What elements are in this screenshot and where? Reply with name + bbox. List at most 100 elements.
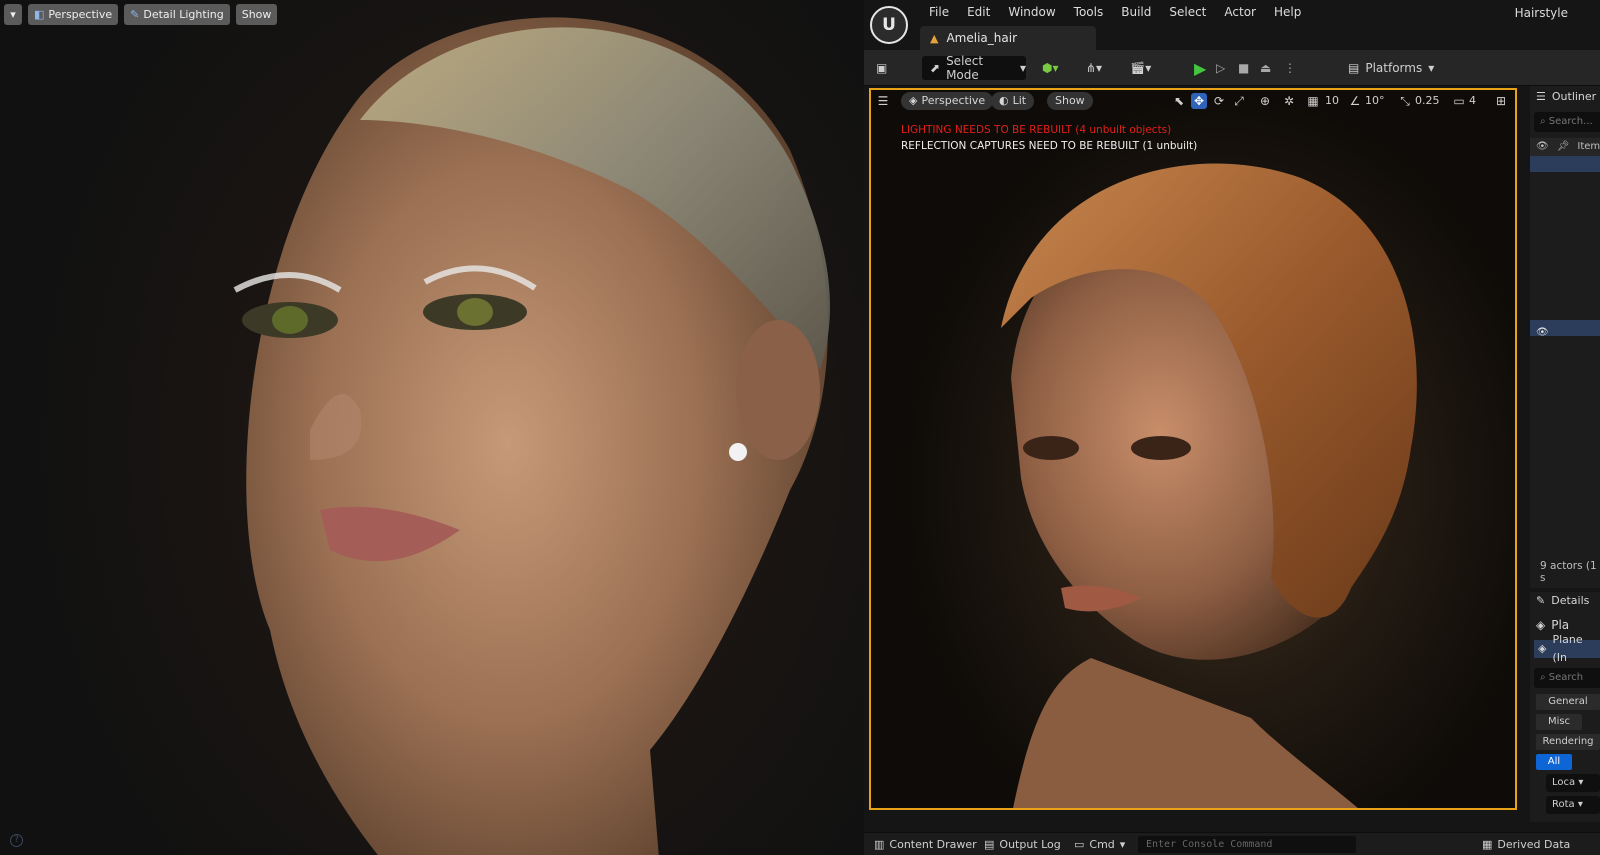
menu-tools[interactable]: Tools <box>1065 4 1113 20</box>
platforms-dropdown[interactable]: ▤ Platforms ▾ <box>1348 56 1434 80</box>
rotation-label: Rota <box>1552 799 1575 810</box>
stop-icon: ■ <box>1238 61 1250 75</box>
details-tab[interactable]: ✎ Details <box>1536 592 1589 610</box>
derived-data-label: Derived Data <box>1497 838 1571 851</box>
eject-button[interactable]: ⏏ <box>1260 56 1271 80</box>
eye-icon[interactable]: 👁︎ <box>1530 327 1549 338</box>
maximize-viewport-icon[interactable]: ⊞ <box>1493 93 1509 109</box>
save-icon: ▣ <box>876 61 888 75</box>
select-mode-label: Select Mode <box>946 54 984 82</box>
add-actor-button[interactable]: ⬢▾ <box>1042 56 1059 80</box>
play-options-button[interactable]: ⋮ <box>1284 56 1296 80</box>
main-toolbar: ▣ ⬈ Select Mode ▾ ⬢▾ ⋔▾ 🎬︎▾ ▶ ▷ ■ ⏏ ⋮ ▤ … <box>864 50 1600 86</box>
outliner-title: Outliner <box>1551 90 1597 103</box>
component-row[interactable]: ◈ Plane (In <box>1534 633 1600 664</box>
menu-bar: U File Edit Window Tools Build Select Ac… <box>864 0 1600 50</box>
log-icon: ▤ <box>984 838 995 851</box>
detail-lighting-button[interactable]: ✎ Detail Lighting <box>124 4 230 25</box>
viewport-toolbar: ☰ ◈ Perspective ◐ Lit Show ⬉ ✥ ⟳ ⤢ ⊕ ✲ ▦ 1… <box>871 90 1515 112</box>
outliner-row-selected[interactable] <box>1530 156 1600 172</box>
eye-icon[interactable]: 👁︎ <box>1536 138 1549 156</box>
cmd-dropdown[interactable]: ▭ Cmd ▾ <box>1074 837 1125 852</box>
camera-speed-value[interactable]: 4 <box>1469 93 1476 109</box>
outliner-search-placeholder: Search... <box>1548 116 1593 127</box>
scale-snap-value[interactable]: 0.25 <box>1415 93 1440 109</box>
level-viewport[interactable]: ☰ ◈ Perspective ◐ Lit Show ⬉ ✥ ⟳ ⤢ ⊕ ✲ ▦ 1… <box>869 88 1517 810</box>
rotate-icon[interactable]: ⟳ <box>1211 93 1227 109</box>
menu-build[interactable]: Build <box>1112 4 1160 20</box>
filter-misc[interactable]: Misc <box>1536 714 1582 730</box>
save-button[interactable]: ▣ <box>876 56 887 80</box>
rotation-snap-icon[interactable]: ∠ <box>1347 93 1363 109</box>
menu-actor[interactable]: Actor <box>1215 4 1265 20</box>
content-drawer-label: Content Drawer <box>889 838 977 851</box>
bald-head-render <box>233 17 830 855</box>
menu-select[interactable]: Select <box>1160 4 1215 20</box>
location-dropdown[interactable]: Loca ▾ <box>1546 774 1600 792</box>
select-mode-dropdown[interactable]: ⬈ Select Mode ▾ <box>922 54 1026 82</box>
play-button[interactable]: ▶ <box>1194 56 1206 80</box>
surface-snap-icon[interactable]: ✲ <box>1281 93 1297 109</box>
clapper-icon: 🎬︎▾ <box>1130 61 1152 75</box>
camera-speed-icon[interactable]: ▭ <box>1451 93 1467 109</box>
left-viewport-toolbar: ▾ ◧ Perspective ✎ Detail Lighting Show <box>4 4 278 25</box>
brush-icon: ✎ <box>130 8 140 21</box>
menu-edit[interactable]: Edit <box>958 4 999 20</box>
derived-data-button[interactable]: ▦ Derived Data <box>1482 837 1570 852</box>
blueprints-button[interactable]: ⋔▾ <box>1086 56 1102 80</box>
details-title: Details <box>1551 594 1590 607</box>
help-icon[interactable]: ? <box>10 834 23 847</box>
viewport-perspective-button[interactable]: ◈ Perspective <box>901 92 994 110</box>
menu-help[interactable]: Help <box>1265 4 1310 20</box>
content-drawer-button[interactable]: ▥ Content Drawer <box>874 837 977 852</box>
output-log-button[interactable]: ▤ Output Log <box>984 837 1061 852</box>
filter-rendering[interactable]: Rendering <box>1536 734 1600 750</box>
world-space-icon[interactable]: ⊕ <box>1257 93 1273 109</box>
eject-icon: ⏏ <box>1260 61 1272 75</box>
outliner-row-highlight[interactable]: 👁︎ <box>1530 320 1600 338</box>
hamburger-menu-icon[interactable]: ☰ <box>875 93 891 109</box>
chevron-down-icon: ▾ <box>1428 61 1435 75</box>
details-search-input[interactable]: ⌕ Search <box>1534 668 1600 688</box>
unreal-logo-icon[interactable]: U <box>870 6 908 44</box>
chevron-down-icon: ▾ <box>1577 799 1583 810</box>
grid-snap-value[interactable]: 10 <box>1325 93 1339 109</box>
outliner-column-header: 👁︎ 📌︎ Item <box>1530 138 1600 156</box>
perspective-button[interactable]: ◧ Perspective <box>28 4 119 25</box>
outliner-tab[interactable]: ☰ Outliner <box>1536 88 1596 106</box>
outliner-panel: ☰ Outliner ⌕ Search... 👁︎ 📌︎ Item 👁︎ 9 ac… <box>1530 86 1600 588</box>
filter-general[interactable]: General <box>1536 694 1600 710</box>
play-icon: ▶ <box>1194 58 1207 78</box>
level-tab[interactable]: ▲ Amelia_hair <box>920 26 1096 50</box>
stop-button[interactable]: ■ <box>1238 56 1249 80</box>
viewport-lit-button[interactable]: ◐ Lit <box>991 92 1035 110</box>
advance-frame-button[interactable]: ▷ <box>1216 56 1225 80</box>
viewport-lit-label: Lit <box>1012 94 1027 107</box>
rotation-snap-value[interactable]: 10° <box>1365 93 1385 109</box>
level-tab-label: Amelia_hair <box>946 31 1017 45</box>
rotation-dropdown[interactable]: Rota ▾ <box>1546 796 1600 814</box>
outliner-search-input[interactable]: ⌕ Search... <box>1534 112 1600 132</box>
left-viewport[interactable]: ▾ ◧ Perspective ✎ Detail Lighting Show ? <box>0 0 864 855</box>
show-button[interactable]: Show <box>235 4 278 25</box>
cinematics-button[interactable]: 🎬︎▾ <box>1130 56 1151 80</box>
blueprint-icon: ⋔▾ <box>1086 61 1103 75</box>
warning-icon: ▲ <box>930 31 939 45</box>
main-menu: File Edit Window Tools Build Select Acto… <box>920 4 1310 20</box>
grid-snap-icon[interactable]: ▦ <box>1305 93 1321 109</box>
outliner-column-item[interactable]: Item <box>1577 138 1600 156</box>
menu-window[interactable]: Window <box>999 4 1064 20</box>
select-cursor-icon[interactable]: ⬉ <box>1171 93 1187 109</box>
scale-snap-icon[interactable]: ⤡ <box>1397 93 1413 109</box>
actor-count: 9 actors (1 s <box>1540 560 1597 584</box>
chevron-down-icon: ▾ <box>1578 777 1584 788</box>
translate-icon[interactable]: ✥ <box>1191 93 1207 109</box>
viewport-options-button[interactable]: ▾ <box>4 4 22 25</box>
filter-all[interactable]: All <box>1536 754 1572 770</box>
viewport-show-button[interactable]: Show <box>1047 92 1093 110</box>
scale-icon[interactable]: ⤢ <box>1231 93 1247 109</box>
cmd-label: Cmd <box>1089 838 1115 851</box>
menu-file[interactable]: File <box>920 4 958 20</box>
pin-icon[interactable]: 📌︎ <box>1557 138 1570 156</box>
console-input[interactable]: Enter Console Command <box>1138 836 1356 853</box>
